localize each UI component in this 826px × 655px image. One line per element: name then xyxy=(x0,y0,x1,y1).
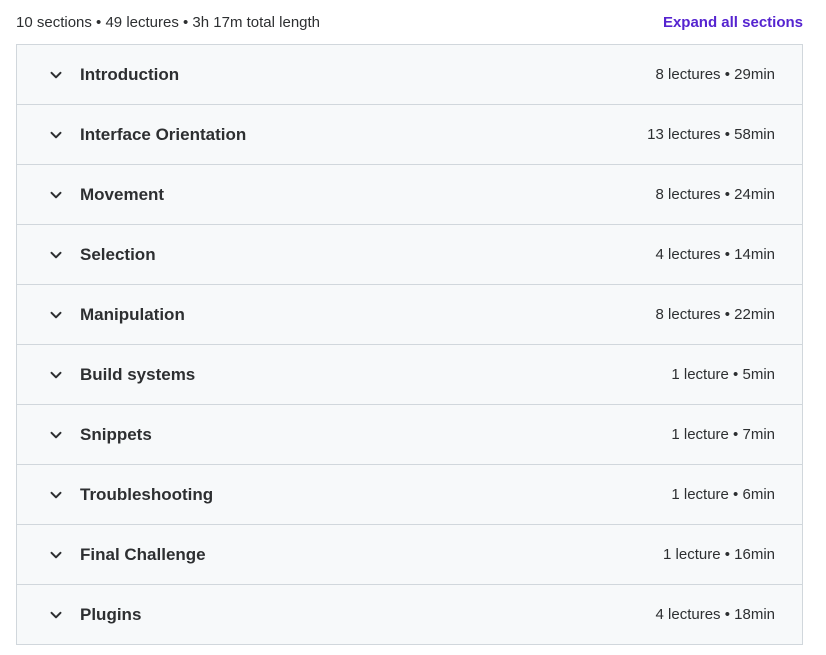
section-row-plugins[interactable]: Plugins 4 lectures • 18min xyxy=(17,584,802,644)
section-row-final-challenge[interactable]: Final Challenge 1 lecture • 16min xyxy=(17,524,802,584)
chevron-down-icon xyxy=(49,368,63,382)
section-title: Troubleshooting xyxy=(80,484,214,504)
chevron-down-icon xyxy=(49,488,63,502)
chevron-down-icon xyxy=(49,68,63,82)
section-title: Interface Orientation xyxy=(80,124,247,144)
section-title: Final Challenge xyxy=(80,544,206,564)
section-row-build-systems[interactable]: Build systems 1 lecture • 5min xyxy=(17,344,802,404)
section-title: Selection xyxy=(80,244,156,264)
section-row-introduction[interactable]: Introduction 8 lectures • 29min xyxy=(17,45,802,104)
section-meta: 13 lectures • 58min xyxy=(647,126,775,143)
section-meta: 1 lecture • 6min xyxy=(671,486,775,503)
section-meta: 1 lecture • 16min xyxy=(663,546,775,563)
expand-all-sections-button[interactable]: Expand all sections xyxy=(663,14,803,31)
section-meta: 1 lecture • 5min xyxy=(671,366,775,383)
section-row-selection[interactable]: Selection 4 lectures • 14min xyxy=(17,224,802,284)
section-meta: 8 lectures • 22min xyxy=(655,306,775,323)
section-title: Snippets xyxy=(80,424,152,444)
chevron-down-icon xyxy=(49,128,63,142)
section-title: Introduction xyxy=(80,64,180,84)
section-row-manipulation[interactable]: Manipulation 8 lectures • 22min xyxy=(17,284,802,344)
section-row-interface-orientation[interactable]: Interface Orientation 13 lectures • 58mi… xyxy=(17,104,802,164)
chevron-down-icon xyxy=(49,188,63,202)
curriculum-summary: 10 sections • 49 lectures • 3h 17m total… xyxy=(16,13,321,31)
section-row-movement[interactable]: Movement 8 lectures • 24min xyxy=(17,164,802,224)
section-meta: 4 lectures • 18min xyxy=(655,606,775,623)
section-meta: 1 lecture • 7min xyxy=(671,426,775,443)
section-meta: 4 lectures • 14min xyxy=(655,246,775,263)
section-title: Plugins xyxy=(80,604,142,624)
section-meta: 8 lectures • 24min xyxy=(655,186,775,203)
curriculum-section-list: Introduction 8 lectures • 29min Interfac… xyxy=(16,44,803,645)
chevron-down-icon xyxy=(49,248,63,262)
chevron-down-icon xyxy=(49,428,63,442)
chevron-down-icon xyxy=(49,308,63,322)
section-row-troubleshooting[interactable]: Troubleshooting 1 lecture • 6min xyxy=(17,464,802,524)
curriculum-header: 10 sections • 49 lectures • 3h 17m total… xyxy=(16,0,803,44)
section-meta: 8 lectures • 29min xyxy=(655,66,775,83)
section-title: Movement xyxy=(80,184,165,204)
chevron-down-icon xyxy=(49,608,63,622)
section-title: Build systems xyxy=(80,364,196,384)
section-title: Manipulation xyxy=(80,304,185,324)
section-row-snippets[interactable]: Snippets 1 lecture • 7min xyxy=(17,404,802,464)
chevron-down-icon xyxy=(49,548,63,562)
